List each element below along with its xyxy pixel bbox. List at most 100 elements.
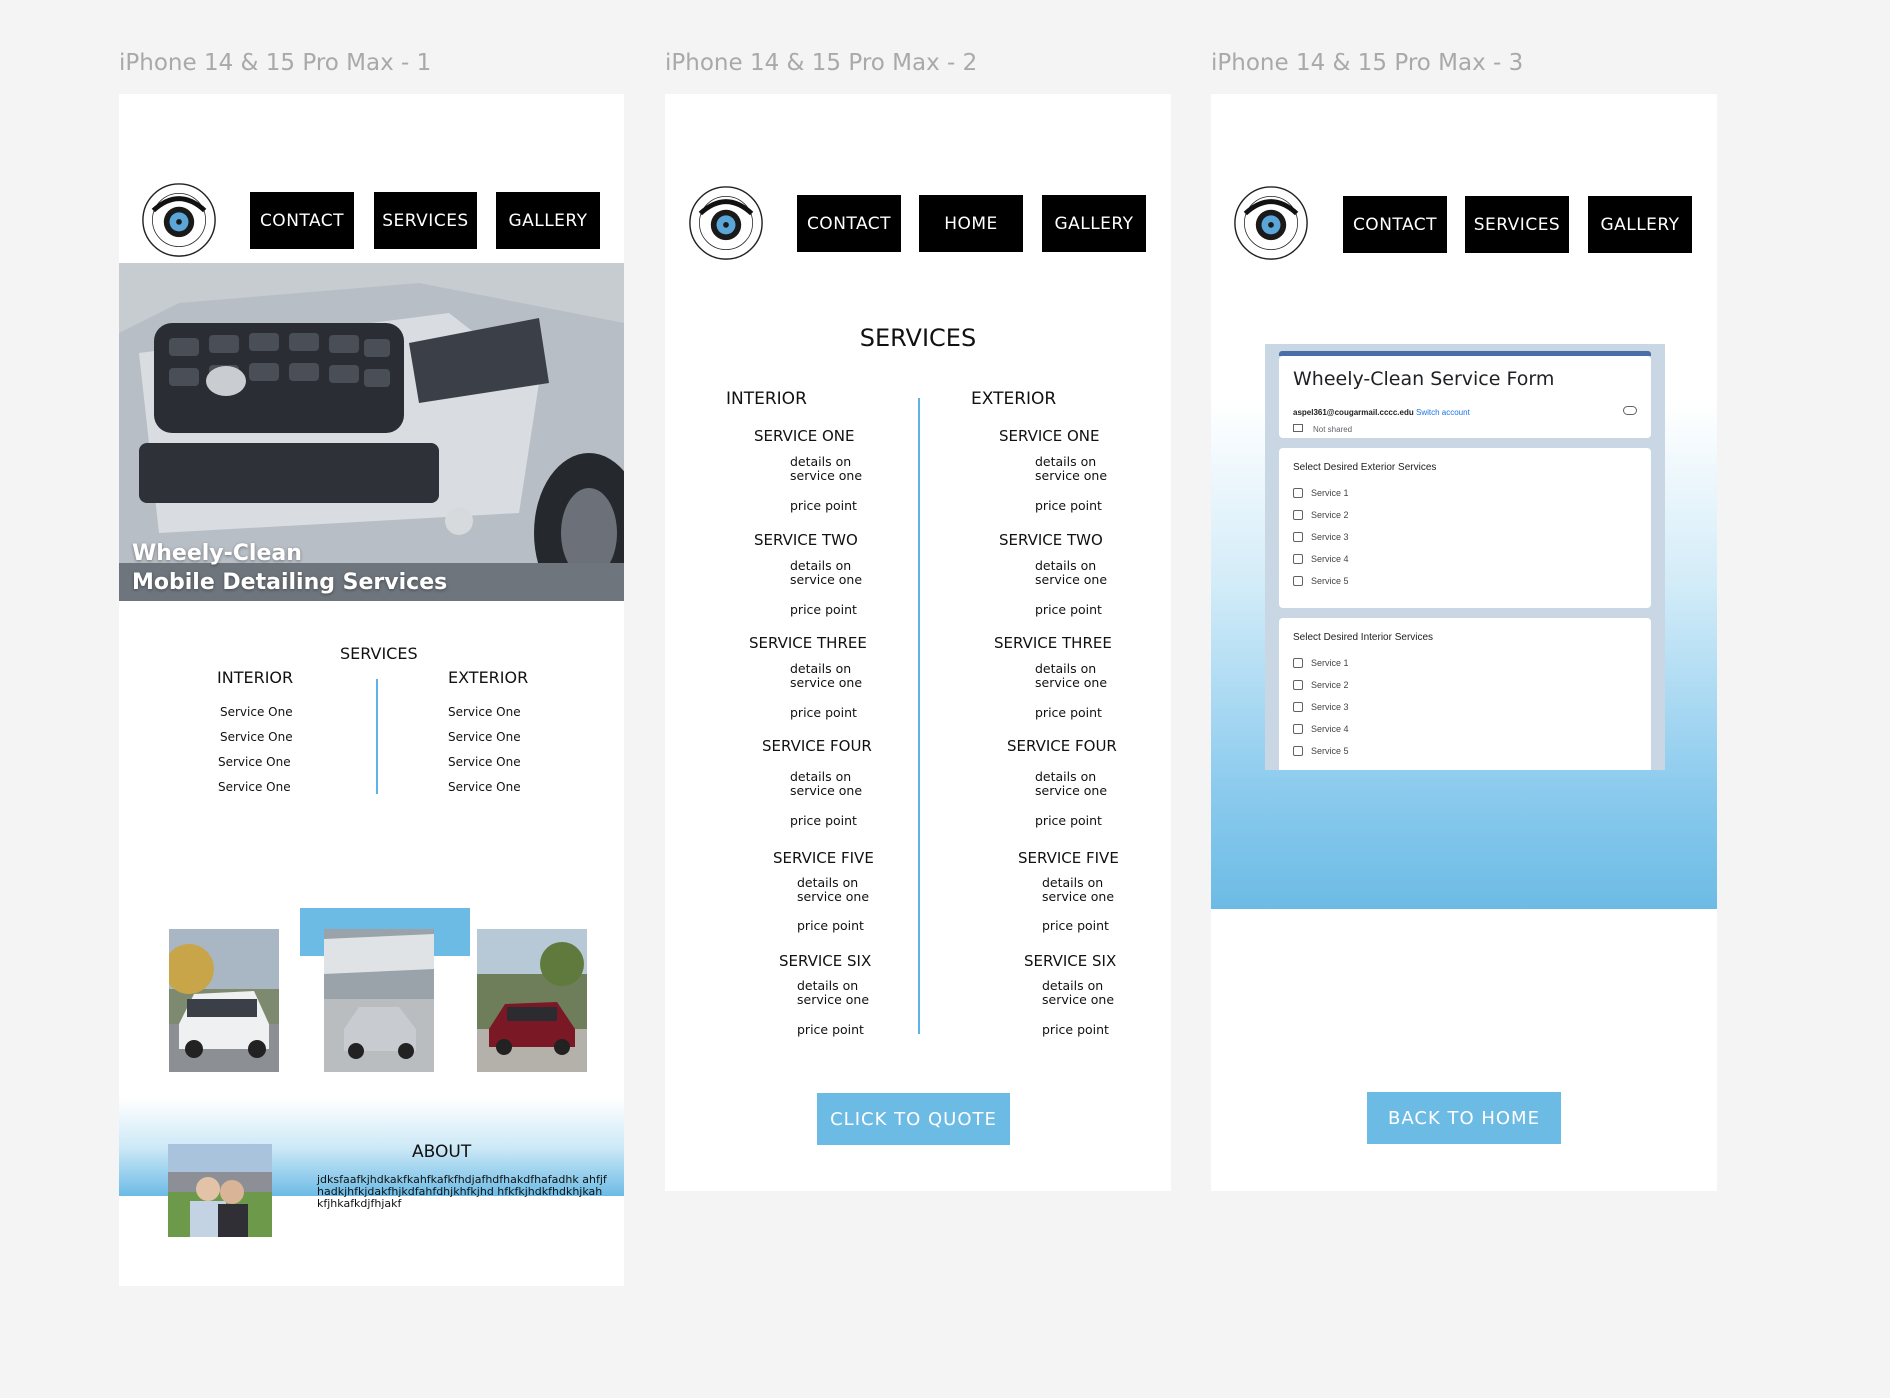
service-detail: details on service one xyxy=(1042,875,1115,904)
checkbox[interactable] xyxy=(1293,488,1303,498)
service-name: SERVICE FOUR xyxy=(762,737,872,755)
gallery-photo-porsche[interactable] xyxy=(324,929,434,1072)
gallery-photo-white-suv[interactable] xyxy=(169,929,279,1072)
hero-title-line1: Wheely-Clean xyxy=(132,541,302,566)
checkbox[interactable] xyxy=(1293,658,1303,668)
checkbox-option[interactable]: Service 5 xyxy=(1293,576,1349,586)
interior-column-heading: INTERIOR xyxy=(726,389,807,409)
form-frame: CONTACT SERVICES GALLERY Wheely-Clean Se… xyxy=(1211,94,1717,1191)
service-name: SERVICE TWO xyxy=(999,531,1103,549)
checkbox[interactable] xyxy=(1293,510,1303,520)
service-detail: details on service one xyxy=(790,661,863,690)
back-to-home-button[interactable]: BACK TO HOME xyxy=(1367,1092,1561,1144)
about-photo xyxy=(168,1144,272,1237)
nav-contact-button[interactable]: CONTACT xyxy=(1343,196,1447,253)
service-detail: details on service one xyxy=(1035,558,1108,587)
service-name: SERVICE SIX xyxy=(779,952,872,970)
nav-gallery-button[interactable]: GALLERY xyxy=(1042,195,1146,252)
service-name: SERVICE THREE xyxy=(749,634,867,652)
exterior-service-item[interactable]: Service One xyxy=(448,780,521,794)
hero-title: Wheely-Clean Mobile Detailing Services xyxy=(132,539,447,597)
not-shared-label: Not shared xyxy=(1313,425,1353,434)
service-price: price point xyxy=(790,705,857,720)
exterior-service-item[interactable]: Service One xyxy=(448,755,521,769)
service-detail: details on service one xyxy=(790,454,863,483)
frame-label-2: iPhone 14 & 15 Pro Max - 2 xyxy=(665,50,978,76)
exterior-service-item[interactable]: Service One xyxy=(448,730,521,744)
nav-services-button[interactable]: SERVICES xyxy=(1465,196,1569,253)
service-price: price point xyxy=(790,498,857,513)
nav-services-button[interactable]: SERVICES xyxy=(374,192,477,249)
switch-account-link[interactable]: Switch account xyxy=(1416,408,1470,417)
wheely-clean-logo[interactable] xyxy=(1233,185,1309,261)
gallery-photo-red-sedan[interactable] xyxy=(477,929,587,1072)
form-header-card: Wheely-Clean Service Form aspel361@couga… xyxy=(1279,356,1651,438)
checkbox[interactable] xyxy=(1293,702,1303,712)
checkbox[interactable] xyxy=(1293,724,1303,734)
checkbox[interactable] xyxy=(1293,554,1303,564)
question-title: Select Desired Exterior Services xyxy=(1293,462,1437,473)
service-detail: details on service one xyxy=(790,558,863,587)
services-frame: CONTACT HOME GALLERY SERVICES INTERIOR E… xyxy=(665,94,1171,1191)
checkbox[interactable] xyxy=(1293,680,1303,690)
about-heading: ABOUT xyxy=(412,1142,472,1162)
checkbox-option[interactable]: Service 1 xyxy=(1293,658,1349,668)
exterior-service-item[interactable]: Service One xyxy=(448,705,521,719)
service-price: price point xyxy=(797,1022,864,1037)
checkbox-option[interactable]: Service 2 xyxy=(1293,510,1349,520)
service-name: SERVICE SIX xyxy=(1024,952,1117,970)
service-price: price point xyxy=(790,602,857,617)
service-name: SERVICE ONE xyxy=(999,427,1100,445)
not-shared-icon xyxy=(1293,424,1303,432)
nav-home-button[interactable]: HOME xyxy=(919,195,1023,252)
service-price: price point xyxy=(797,918,864,933)
service-price: price point xyxy=(790,813,857,828)
checkbox-option[interactable]: Service 2 xyxy=(1293,680,1349,690)
interior-service-item[interactable]: Service One xyxy=(220,730,293,744)
about-text: jdksfaafkjhdkakfkahfkafkfhdjafhdfhakdfha… xyxy=(317,1173,607,1210)
service-detail: details on service one xyxy=(790,769,863,798)
services-heading: SERVICES xyxy=(340,644,418,663)
service-detail: details on service one xyxy=(1042,978,1115,1007)
nav-contact-button[interactable]: CONTACT xyxy=(797,195,901,252)
cloud-icon xyxy=(1623,406,1637,415)
service-name: SERVICE TWO xyxy=(754,531,858,549)
nav-gallery-button[interactable]: GALLERY xyxy=(496,192,600,249)
checkbox[interactable] xyxy=(1293,532,1303,542)
interior-service-item[interactable]: Service One xyxy=(218,780,291,794)
checkbox[interactable] xyxy=(1293,746,1303,756)
service-name: SERVICE ONE xyxy=(754,427,855,445)
exterior-column-heading: EXTERIOR xyxy=(971,389,1057,409)
services-divider xyxy=(376,679,378,794)
checkbox[interactable] xyxy=(1293,576,1303,586)
wheely-clean-logo[interactable] xyxy=(141,182,217,258)
checkbox-option[interactable]: Service 3 xyxy=(1293,532,1349,542)
checkbox-option[interactable]: Service 5 xyxy=(1293,746,1349,756)
frame-label-1: iPhone 14 & 15 Pro Max - 1 xyxy=(119,50,432,76)
service-detail: details on service one xyxy=(1035,661,1108,690)
checkbox-option[interactable]: Service 1 xyxy=(1293,488,1349,498)
column-divider xyxy=(918,398,920,1034)
nav-gallery-button[interactable]: GALLERY xyxy=(1588,196,1692,253)
checkbox-option[interactable]: Service 3 xyxy=(1293,702,1349,712)
interior-service-item[interactable]: Service One xyxy=(218,755,291,769)
interior-services-question: Select Desired Interior Services Service… xyxy=(1279,618,1651,770)
frame-label-3: iPhone 14 & 15 Pro Max - 3 xyxy=(1211,50,1524,76)
checkbox-option[interactable]: Service 4 xyxy=(1293,724,1349,734)
checkbox-option[interactable]: Service 4 xyxy=(1293,554,1349,564)
interior-service-item[interactable]: Service One xyxy=(220,705,293,719)
wheely-clean-logo[interactable] xyxy=(688,185,764,261)
nav-contact-button[interactable]: CONTACT xyxy=(250,192,354,249)
hero-image: Wheely-Clean Mobile Detailing Services xyxy=(119,263,624,601)
exterior-services-question: Select Desired Exterior Services Service… xyxy=(1279,448,1651,608)
service-detail: details on service one xyxy=(797,978,870,1007)
click-to-quote-button[interactable]: CLICK TO QUOTE xyxy=(817,1093,1010,1145)
service-price: price point xyxy=(1035,602,1102,617)
question-title: Select Desired Interior Services xyxy=(1293,632,1434,643)
service-price: price point xyxy=(1035,705,1102,720)
embedded-google-form: Wheely-Clean Service Form aspel361@couga… xyxy=(1265,344,1665,770)
form-email: aspel361@cougarmail.cccc.edu xyxy=(1293,408,1414,417)
service-price: price point xyxy=(1035,498,1102,513)
service-name: SERVICE FIVE xyxy=(1018,849,1119,867)
services-title: SERVICES xyxy=(859,324,977,352)
